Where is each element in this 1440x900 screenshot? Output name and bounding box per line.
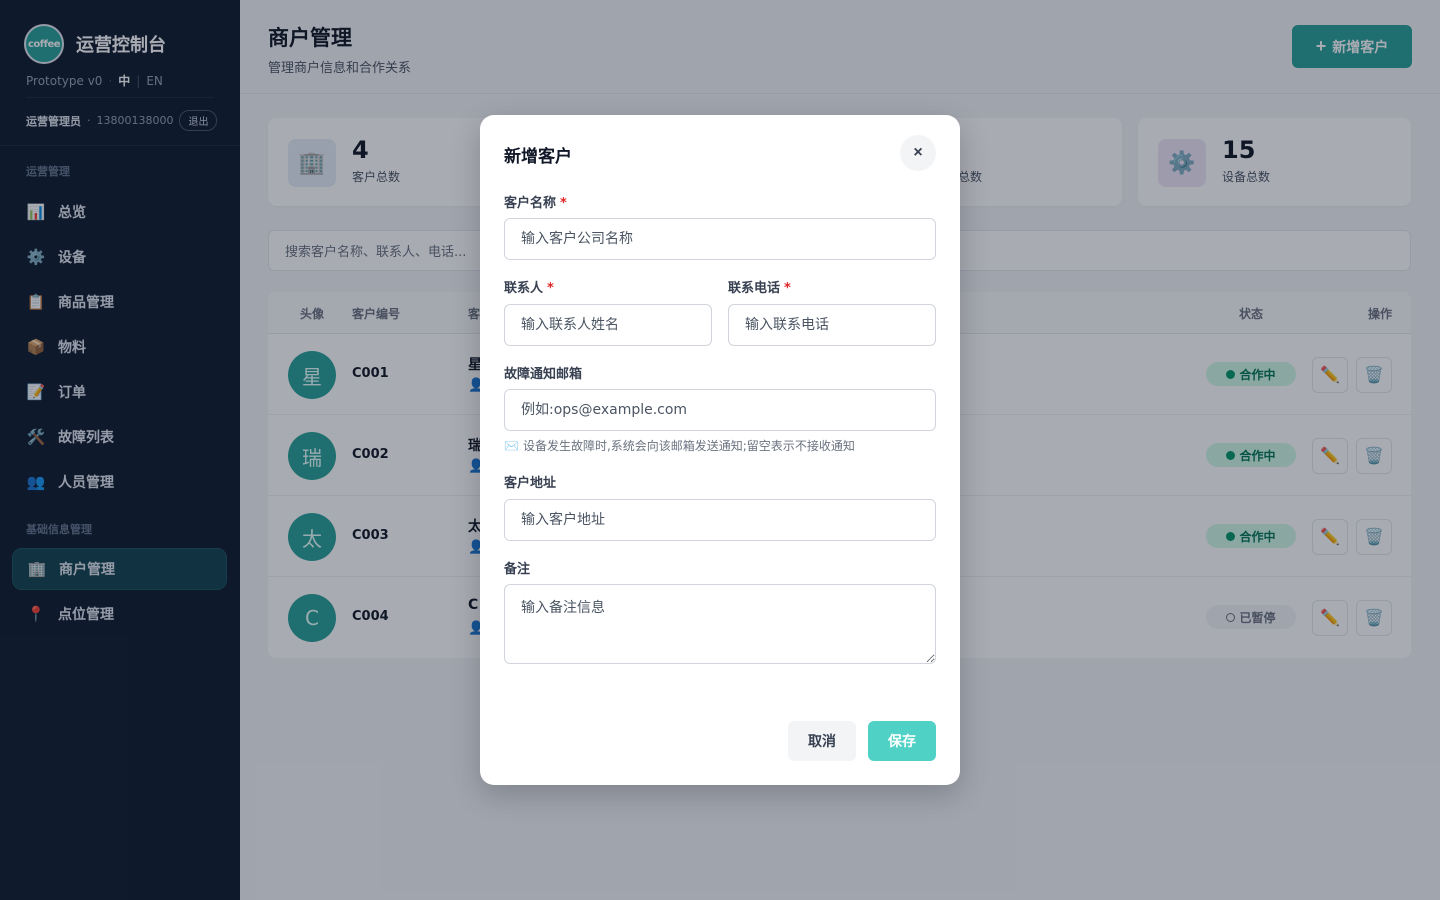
address-input[interactable]: [504, 499, 936, 541]
required-mark: *: [784, 281, 791, 296]
cancel-button[interactable]: 取消: [788, 721, 856, 761]
email-label: 故障通知邮箱: [504, 367, 583, 382]
contact-name-input[interactable]: [504, 304, 712, 346]
add-customer-modal: 新增客户 × 客户名称* 联系人* 联系电话* 故障通知邮箱 ✉️ 设备发生故障…: [480, 115, 960, 785]
label-text: 联系电话: [728, 281, 781, 296]
note-textarea[interactable]: [504, 584, 936, 664]
customer-name-input[interactable]: [504, 218, 936, 260]
modal-title: 新增客户: [504, 147, 572, 167]
address-label: 客户地址: [504, 476, 557, 491]
label-text: 联系人: [504, 281, 544, 296]
label-text: 客户名称: [504, 196, 557, 211]
email-hint: ✉️ 设备发生故障时,系统会向该邮箱发送通知;留空表示不接收通知: [504, 437, 855, 454]
envelope-icon: ✉️: [504, 438, 519, 453]
phone-label: 联系电话 *: [728, 277, 791, 296]
email-hint-text: 设备发生故障时,系统会向该邮箱发送通知;留空表示不接收通知: [522, 439, 855, 453]
note-label: 备注: [504, 562, 531, 577]
close-icon: ×: [913, 144, 923, 161]
customer-name-label: 客户名称 *: [504, 192, 567, 211]
contact-label: 联系人 *: [504, 277, 554, 296]
email-input[interactable]: [504, 389, 936, 431]
phone-input[interactable]: [728, 304, 936, 346]
required-mark: *: [560, 196, 567, 211]
required-mark: *: [547, 281, 554, 296]
close-button[interactable]: ×: [900, 135, 936, 171]
save-button[interactable]: 保存: [868, 721, 936, 761]
